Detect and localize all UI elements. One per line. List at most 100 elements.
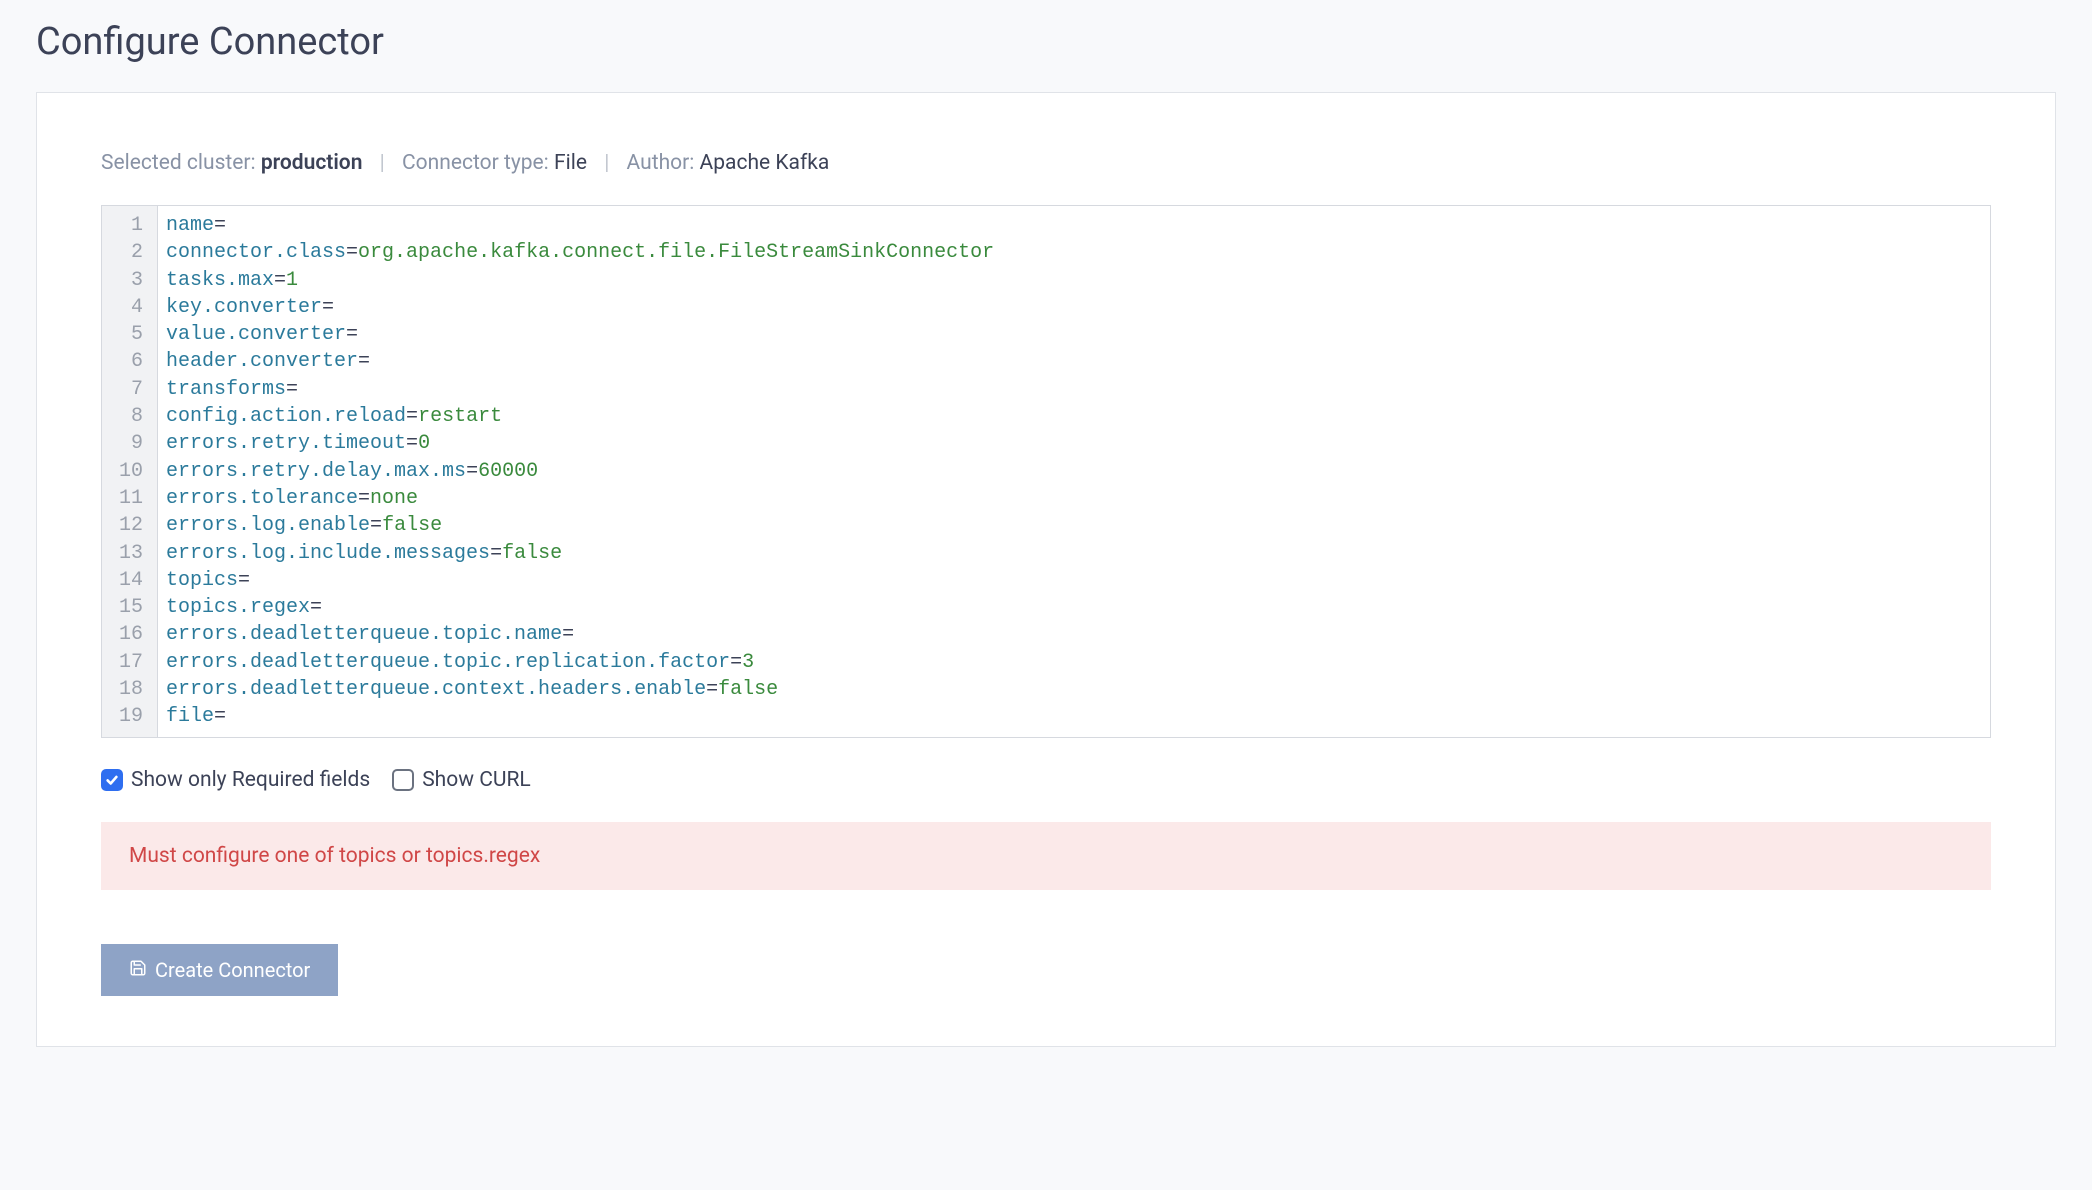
checkbox-unchecked-icon xyxy=(392,769,414,791)
config-equals: = xyxy=(214,705,226,728)
config-key: errors.deadletterqueue.topic.replication… xyxy=(166,651,730,674)
config-value: false xyxy=(382,514,442,537)
config-key: topics xyxy=(166,569,238,592)
config-equals: = xyxy=(238,569,250,592)
line-number: 2 xyxy=(102,239,149,266)
config-equals: = xyxy=(358,487,370,510)
config-line[interactable]: transforms= xyxy=(166,376,1990,403)
config-line[interactable]: connector.class=org.apache.kafka.connect… xyxy=(166,239,1990,266)
config-value: 0 xyxy=(418,432,430,455)
show-required-label: Show only Required fields xyxy=(131,768,370,792)
config-key: topics.regex xyxy=(166,596,310,619)
config-line[interactable]: config.action.reload=restart xyxy=(166,403,1990,430)
config-line[interactable]: errors.tolerance=none xyxy=(166,485,1990,512)
cluster-label: Selected cluster: xyxy=(101,151,256,175)
line-number: 9 xyxy=(102,430,149,457)
config-line[interactable]: topics= xyxy=(166,567,1990,594)
line-number: 18 xyxy=(102,676,149,703)
config-key: connector.class xyxy=(166,241,346,264)
config-equals: = xyxy=(274,269,286,292)
config-equals: = xyxy=(346,323,358,346)
config-key: errors.retry.delay.max.ms xyxy=(166,460,466,483)
show-curl-label: Show CURL xyxy=(422,768,531,792)
meta-separator: | xyxy=(380,151,385,175)
meta-line: Selected cluster: production | Connector… xyxy=(101,151,1991,175)
config-key: file xyxy=(166,705,214,728)
config-value: org.apache.kafka.connect.file.FileStream… xyxy=(358,241,994,264)
show-required-checkbox[interactable]: Show only Required fields xyxy=(101,768,370,792)
config-equals: = xyxy=(406,432,418,455)
config-key: header.converter xyxy=(166,350,358,373)
config-panel: Selected cluster: production | Connector… xyxy=(36,92,2056,1047)
config-key: errors.deadletterqueue.context.headers.e… xyxy=(166,678,706,701)
line-number: 16 xyxy=(102,621,149,648)
checkbox-checked-icon xyxy=(101,769,123,791)
config-line[interactable]: tasks.max=1 xyxy=(166,267,1990,294)
config-value: none xyxy=(370,487,418,510)
config-line[interactable]: key.converter= xyxy=(166,294,1990,321)
config-equals: = xyxy=(490,542,502,565)
line-number: 5 xyxy=(102,321,149,348)
config-key: config.action.reload xyxy=(166,405,406,428)
line-number-gutter: 12345678910111213141516171819 xyxy=(102,206,158,737)
config-value: 1 xyxy=(286,269,298,292)
config-key: errors.deadletterqueue.topic.name xyxy=(166,623,562,646)
config-equals: = xyxy=(322,296,334,319)
line-number: 7 xyxy=(102,376,149,403)
config-equals: = xyxy=(346,241,358,264)
show-curl-checkbox[interactable]: Show CURL xyxy=(392,768,531,792)
config-code-lines[interactable]: name=connector.class=org.apache.kafka.co… xyxy=(158,206,1990,737)
config-editor[interactable]: 12345678910111213141516171819 name=conne… xyxy=(101,205,1991,738)
author-value: Apache Kafka xyxy=(700,151,830,175)
line-number: 1 xyxy=(102,212,149,239)
config-key: key.converter xyxy=(166,296,322,319)
config-line[interactable]: value.converter= xyxy=(166,321,1990,348)
config-key: errors.log.enable xyxy=(166,514,370,537)
save-icon xyxy=(129,958,147,982)
line-number: 15 xyxy=(102,594,149,621)
config-key: tasks.max xyxy=(166,269,274,292)
config-key: value.converter xyxy=(166,323,346,346)
line-number: 3 xyxy=(102,267,149,294)
config-value: false xyxy=(718,678,778,701)
config-line[interactable]: file= xyxy=(166,703,1990,730)
line-number: 13 xyxy=(102,540,149,567)
config-line[interactable]: errors.deadletterqueue.topic.name= xyxy=(166,621,1990,648)
cluster-value: production xyxy=(261,151,363,175)
config-line[interactable]: header.converter= xyxy=(166,348,1990,375)
line-number: 14 xyxy=(102,567,149,594)
line-number: 8 xyxy=(102,403,149,430)
config-equals: = xyxy=(730,651,742,674)
page-title: Configure Connector xyxy=(36,20,2056,64)
config-line[interactable]: errors.deadletterqueue.context.headers.e… xyxy=(166,676,1990,703)
config-key: errors.retry.timeout xyxy=(166,432,406,455)
config-line[interactable]: errors.log.enable=false xyxy=(166,512,1990,539)
config-line[interactable]: errors.retry.delay.max.ms=60000 xyxy=(166,458,1990,485)
config-equals: = xyxy=(466,460,478,483)
line-number: 6 xyxy=(102,348,149,375)
author-label: Author: xyxy=(627,151,695,175)
line-number: 19 xyxy=(102,703,149,730)
config-value: 60000 xyxy=(478,460,538,483)
config-line[interactable]: errors.deadletterqueue.topic.replication… xyxy=(166,649,1990,676)
config-key: transforms xyxy=(166,378,286,401)
config-line[interactable]: errors.retry.timeout=0 xyxy=(166,430,1990,457)
line-number: 11 xyxy=(102,485,149,512)
type-value: File xyxy=(554,151,587,175)
config-line[interactable]: topics.regex= xyxy=(166,594,1990,621)
config-equals: = xyxy=(214,214,226,237)
config-line[interactable]: errors.log.include.messages=false xyxy=(166,540,1990,567)
checkbox-row: Show only Required fields Show CURL xyxy=(101,768,1991,792)
line-number: 17 xyxy=(102,649,149,676)
config-equals: = xyxy=(706,678,718,701)
create-connector-button[interactable]: Create Connector xyxy=(101,944,338,996)
config-key: errors.tolerance xyxy=(166,487,358,510)
line-number: 10 xyxy=(102,458,149,485)
config-equals: = xyxy=(370,514,382,537)
config-value: 3 xyxy=(742,651,754,674)
config-equals: = xyxy=(406,405,418,428)
config-equals: = xyxy=(310,596,322,619)
config-line[interactable]: name= xyxy=(166,212,1990,239)
create-connector-button-label: Create Connector xyxy=(155,958,310,982)
line-number: 4 xyxy=(102,294,149,321)
